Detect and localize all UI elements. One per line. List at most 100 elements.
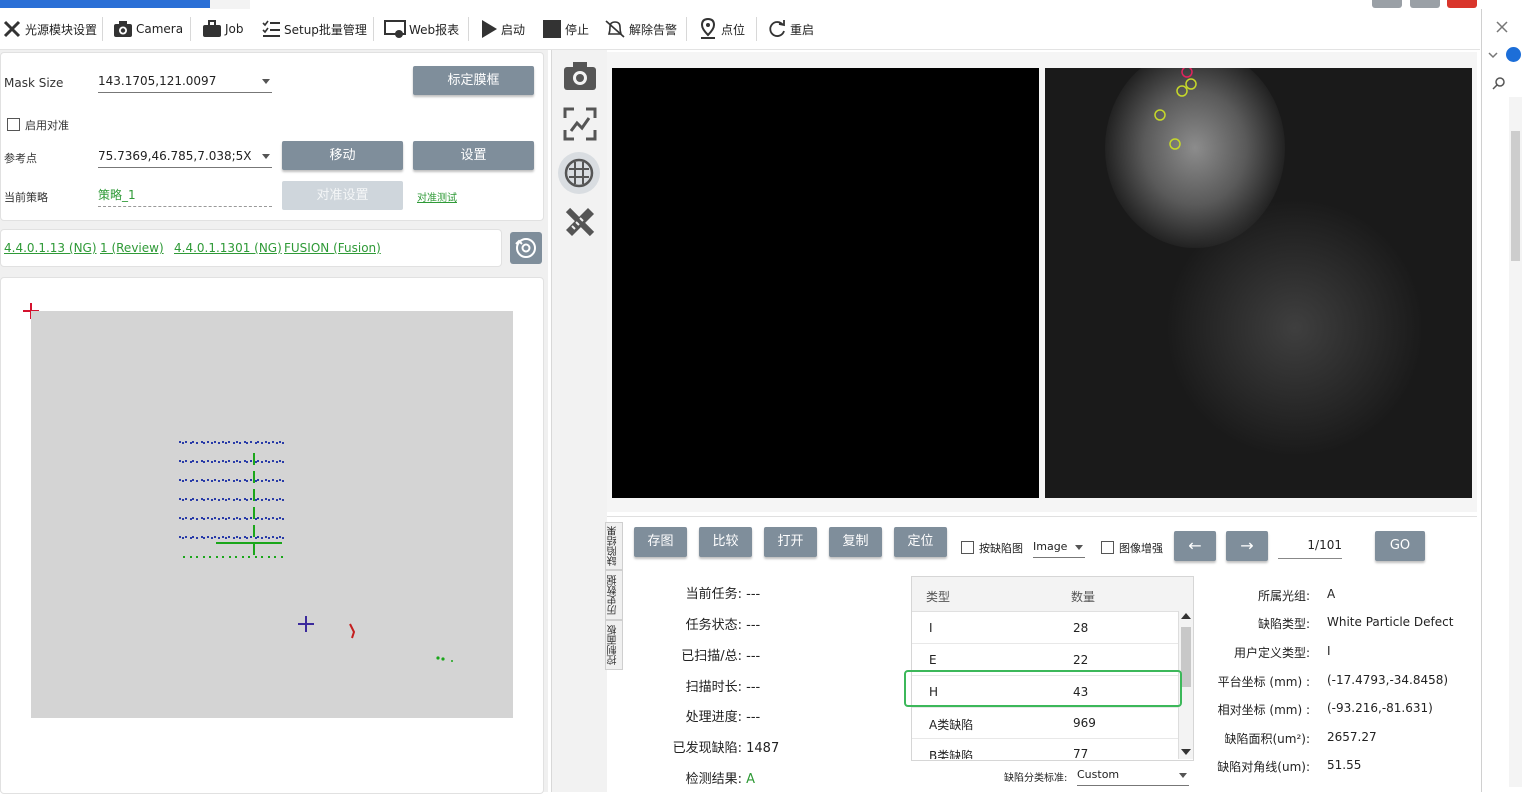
die-dot	[278, 460, 281, 462]
detail-key: 平台坐标 (mm) :	[1217, 675, 1310, 689]
toolbar-stop[interactable]: 停止	[542, 9, 589, 49]
close-icon[interactable]	[1496, 21, 1508, 33]
toolbar-points[interactable]: 点位	[698, 9, 745, 49]
wafer-map-canvas[interactable]	[31, 311, 513, 718]
die-dot	[246, 480, 249, 482]
location-pin-icon	[700, 18, 716, 39]
search-icon[interactable]	[1492, 76, 1506, 90]
wafer-view-button[interactable]	[558, 152, 600, 194]
strategy-label: 当前策略	[4, 191, 48, 204]
chevron-down-icon[interactable]	[1488, 51, 1498, 59]
classify-select[interactable]: Custom	[1077, 764, 1189, 786]
side-window	[1481, 9, 1522, 792]
die-dot	[228, 536, 231, 538]
set-button[interactable]: 设置	[413, 141, 534, 170]
die-dot	[261, 556, 263, 558]
reference-image-pane[interactable]	[612, 68, 1039, 498]
die-dot	[196, 480, 198, 482]
cell-type: E	[929, 653, 937, 667]
status-value: ---	[746, 618, 761, 633]
detail-value: (-93.216,-81.631)	[1327, 701, 1433, 715]
die-dot	[282, 461, 285, 463]
scroll-thumb[interactable]	[1181, 627, 1191, 687]
image-type-select[interactable]: Image	[1033, 536, 1085, 558]
die-dot	[271, 460, 274, 462]
die-dot	[192, 536, 195, 538]
go-button[interactable]: GO	[1375, 531, 1425, 561]
version-link[interactable]: 1 (Review)	[100, 241, 164, 255]
align-test-link[interactable]: 对准测试	[417, 189, 457, 204]
by-defect-checkbox[interactable]	[961, 541, 974, 554]
toolbar-setup-batch[interactable]: Setup批量管理	[261, 9, 367, 49]
die-dot	[257, 517, 260, 519]
close-button[interactable]	[1447, 0, 1477, 8]
enable-align-checkbox[interactable]	[7, 118, 20, 131]
page-input[interactable]: 1/101	[1278, 538, 1342, 559]
enhance-checkbox[interactable]	[1101, 541, 1114, 554]
scroll-up-icon[interactable]	[1181, 613, 1191, 619]
save-image-button[interactable]: 存图	[634, 527, 687, 557]
version-link[interactable]: FUSION (Fusion)	[284, 241, 381, 255]
die-dot	[248, 556, 250, 558]
die-dot	[203, 537, 206, 539]
die-dot	[217, 499, 220, 501]
die-dot	[215, 556, 218, 558]
status-key: 扫描时长:	[685, 680, 742, 695]
status-row: 已扫描/总: ---	[620, 645, 760, 664]
tab-defect-results[interactable]: 缺陷结果	[605, 522, 623, 570]
side-scrollbar[interactable]	[1509, 97, 1522, 787]
position-cross-icon	[298, 616, 314, 632]
ref-point-select[interactable]: 75.7369,46.785,7.038;5X	[98, 145, 272, 168]
move-button[interactable]: 移动	[282, 141, 403, 170]
toolbar-light-module[interactable]: 光源模块设置	[2, 9, 97, 49]
app-tab[interactable]	[210, 0, 250, 9]
ruler-pencil-icon[interactable]	[562, 204, 598, 240]
version-link[interactable]: 4.4.0.1.13 (NG)	[4, 241, 97, 255]
toolbar-start[interactable]: 启动	[480, 9, 525, 49]
toolbar-web-report[interactable]: Web报表	[384, 9, 459, 49]
toolbar-label: 启动	[501, 22, 526, 37]
table-row[interactable]: B类缺陷 77	[912, 738, 1178, 759]
toolbar-label: Camera	[136, 22, 184, 36]
maximize-button[interactable]	[1410, 0, 1440, 8]
scan-line	[253, 489, 255, 501]
help-icon[interactable]	[1506, 47, 1521, 62]
scroll-thumb[interactable]	[1511, 131, 1520, 261]
die-dot	[228, 460, 231, 462]
die-dot	[246, 499, 249, 501]
die-dot	[224, 461, 227, 463]
next-image-button[interactable]: →	[1226, 531, 1268, 561]
die-dot	[282, 442, 285, 444]
toolbar-clear-alarm[interactable]: 解除告警	[604, 9, 677, 49]
toolbar-job[interactable]: Job	[202, 9, 244, 49]
refresh-settings-button[interactable]	[510, 232, 542, 264]
image-fit-icon[interactable]	[562, 106, 598, 142]
version-link[interactable]: 4.4.0.1.1301 (NG)	[174, 241, 282, 255]
compare-button[interactable]: 比较	[699, 527, 752, 557]
copy-button[interactable]: 复制	[829, 527, 882, 557]
minimize-button[interactable]	[1372, 0, 1402, 8]
mask-size-select[interactable]: 143.1705,121.0097	[98, 70, 272, 93]
table-row[interactable]: A类缺陷 969	[912, 707, 1178, 739]
die-dot	[250, 479, 252, 481]
scroll-down-icon[interactable]	[1181, 749, 1191, 755]
app-tab-active[interactable]	[0, 0, 210, 8]
table-row[interactable]: I 28	[912, 612, 1178, 644]
die-dot	[185, 536, 188, 538]
die-dot	[196, 556, 198, 558]
open-button[interactable]: 打开	[764, 527, 817, 557]
toolbar-camera[interactable]: Camera	[113, 9, 183, 49]
camera-icon[interactable]	[562, 60, 598, 92]
die-dot	[206, 479, 209, 481]
die-dot	[185, 517, 188, 519]
defect-image-pane[interactable]	[1045, 68, 1472, 498]
detail-value: 51.55	[1327, 758, 1362, 772]
die-dot	[214, 441, 216, 443]
calibrate-mask-button[interactable]: 标定膜框	[413, 66, 534, 95]
prev-image-button[interactable]: ←	[1174, 531, 1216, 561]
toolbar-restart[interactable]: 重启	[767, 9, 814, 49]
status-value: ---	[746, 710, 761, 725]
locate-button[interactable]: 定位	[894, 527, 947, 557]
die-dot	[282, 480, 285, 482]
die-dot	[196, 537, 198, 539]
